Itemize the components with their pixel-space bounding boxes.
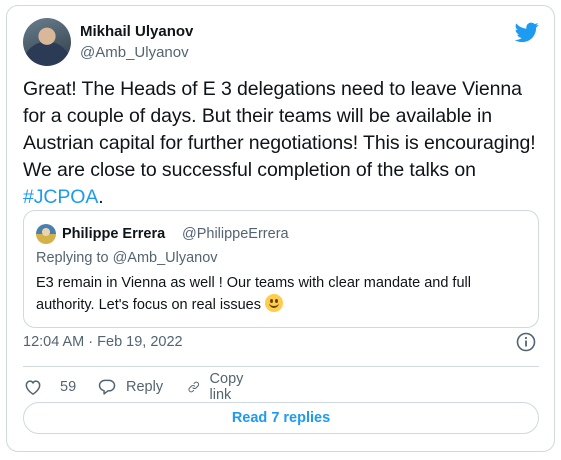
info-icon[interactable] bbox=[516, 332, 536, 352]
tweet-text-end: . bbox=[98, 186, 104, 208]
quoted-tweet[interactable]: Philippe Errera @PhilippeErrera Replying… bbox=[23, 210, 539, 328]
quoted-author-avatar[interactable] bbox=[36, 224, 56, 244]
like-count: 59 bbox=[60, 379, 77, 395]
like-button[interactable]: 59 bbox=[23, 372, 76, 402]
reply-label: Reply bbox=[126, 379, 164, 395]
divider bbox=[23, 366, 539, 367]
quoted-tweet-body: E3 remain in Vienna as well ! Our teams … bbox=[36, 275, 471, 313]
link-icon bbox=[188, 381, 200, 393]
author-handle[interactable]: @Amb_Ulyanov bbox=[80, 44, 189, 61]
smile-emoji-icon bbox=[264, 294, 283, 312]
tweet-text-body: Great! The Heads of E 3 delegations need… bbox=[23, 78, 536, 181]
tweet-text: Great! The Heads of E 3 delegations need… bbox=[23, 76, 543, 211]
tweet-card: Mikhail Ulyanov @Amb_Ulyanov Great! The … bbox=[6, 5, 555, 452]
reply-bubble-icon bbox=[98, 379, 116, 395]
reply-button[interactable]: Reply bbox=[97, 372, 163, 402]
quoted-tweet-text: E3 remain in Vienna as well ! Our teams … bbox=[36, 273, 526, 316]
quoted-replying-to: Replying to @Amb_Ulyanov bbox=[36, 250, 218, 266]
twitter-logo-icon[interactable] bbox=[515, 20, 539, 44]
read-replies-button[interactable]: Read 7 replies bbox=[23, 402, 539, 434]
author-name[interactable]: Mikhail Ulyanov bbox=[80, 23, 193, 40]
hashtag-link[interactable]: #JCPOA bbox=[23, 186, 98, 208]
quoted-author-name[interactable]: Philippe Errera bbox=[62, 226, 165, 242]
quoted-author-handle[interactable]: @PhilippeErrera bbox=[182, 226, 289, 242]
author-avatar[interactable] bbox=[23, 18, 71, 66]
copy-link-label: Copy link bbox=[209, 371, 244, 403]
heart-icon bbox=[25, 380, 41, 395]
copy-link-button[interactable]: Copy link bbox=[187, 371, 250, 403]
tweet-timestamp[interactable]: 12:04 AM · Feb 19, 2022 bbox=[23, 334, 183, 350]
